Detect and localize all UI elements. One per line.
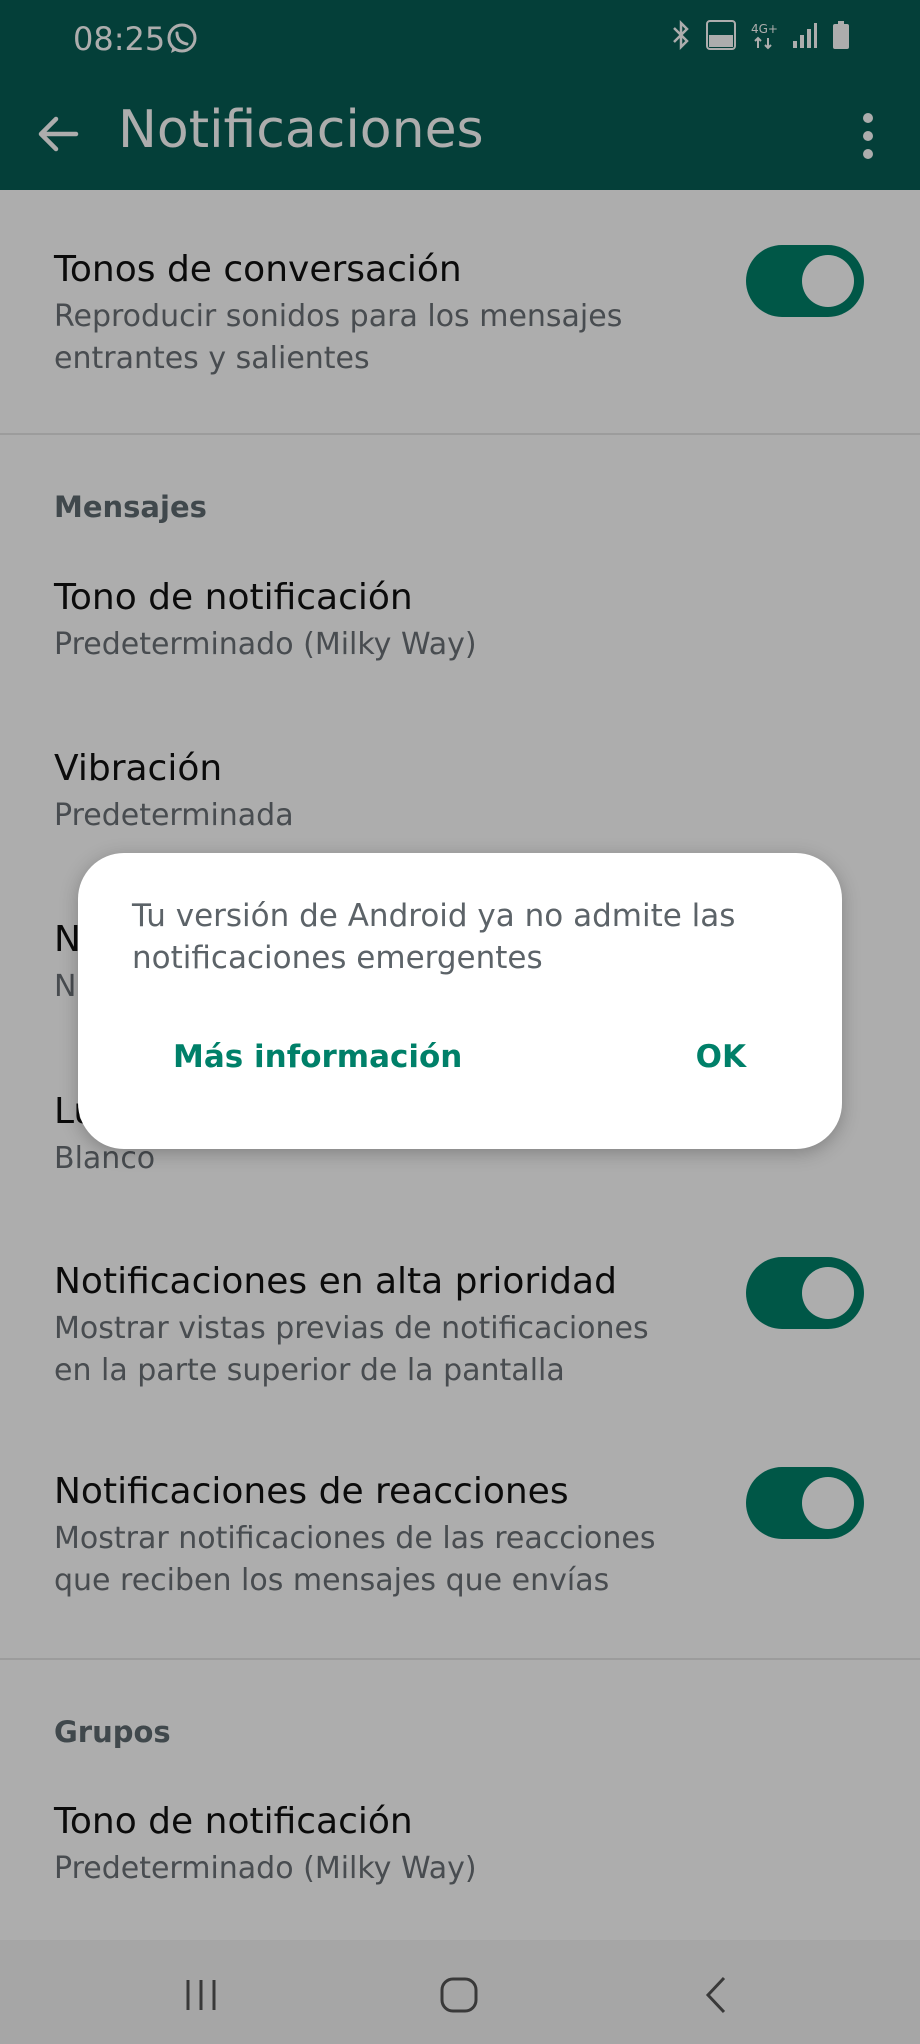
more-info-button[interactable]: Más información (173, 1039, 462, 1075)
alert-dialog: Tu versión de Android ya no admite las n… (78, 853, 842, 1149)
ok-button[interactable]: OK (696, 1039, 746, 1075)
dialog-message: Tu versión de Android ya no admite las n… (132, 898, 736, 976)
